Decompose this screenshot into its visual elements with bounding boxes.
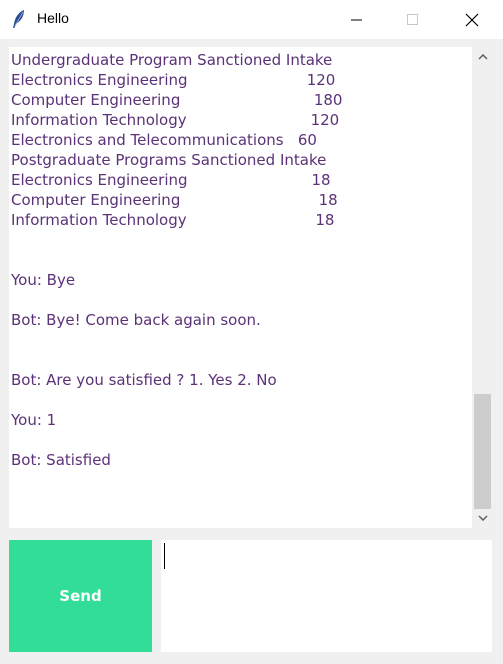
scroll-up-button[interactable] bbox=[472, 47, 493, 67]
chevron-up-icon bbox=[477, 54, 488, 60]
minimize-button[interactable] bbox=[334, 0, 380, 39]
scroll-thumb[interactable] bbox=[474, 394, 491, 509]
feather-icon bbox=[13, 10, 24, 28]
close-button[interactable] bbox=[449, 0, 495, 39]
close-icon bbox=[465, 13, 479, 26]
text-cursor bbox=[164, 543, 165, 569]
chat-log[interactable]: Undergraduate Program Sanctioned Intake … bbox=[9, 47, 472, 528]
maximize-icon bbox=[407, 13, 418, 25]
scroll-down-button[interactable] bbox=[472, 508, 493, 528]
message-input[interactable] bbox=[161, 540, 492, 652]
title-bar: Hello bbox=[0, 0, 503, 39]
chat-scrollbar[interactable] bbox=[472, 47, 493, 528]
chat-log-text: Undergraduate Program Sanctioned Intake … bbox=[11, 51, 343, 469]
maximize-button[interactable] bbox=[390, 0, 436, 39]
minimize-icon bbox=[351, 19, 362, 20]
send-button[interactable]: Send bbox=[9, 540, 152, 652]
window-title: Hello bbox=[37, 10, 69, 26]
chevron-down-icon bbox=[477, 515, 488, 521]
